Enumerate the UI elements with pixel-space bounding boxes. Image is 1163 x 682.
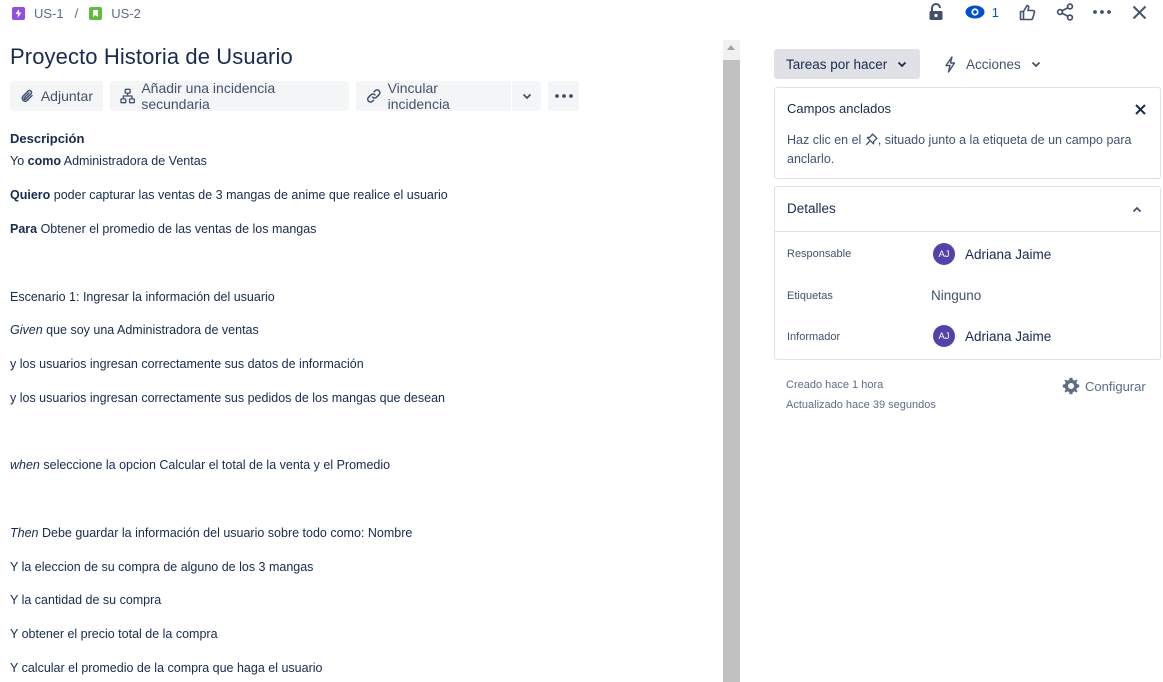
breadcrumb-current-link[interactable]: US-2 <box>111 6 141 21</box>
description-line: Y la eleccion de su compra de alguno de … <box>10 560 314 574</box>
watch-icon <box>965 5 985 19</box>
pin-icon <box>865 133 878 146</box>
pinned-fields-hint: Haz clic en el , situado junto a la etiq… <box>787 131 1132 169</box>
more-icon <box>554 94 573 98</box>
add-child-issue-button[interactable]: Añadir una incidencia secundaria <box>110 80 349 112</box>
chevron-up-icon <box>1132 206 1142 213</box>
created-timestamp: Creado hace 1 hora <box>786 379 884 391</box>
reporter-label: Informador <box>787 331 841 343</box>
description-bold-text: Quiero <box>10 188 51 202</box>
story-icon <box>89 6 103 20</box>
issue-toolbar: Adjuntar Añadir una incidencia secundari… <box>10 80 586 112</box>
assignee-label: Responsable <box>787 248 852 260</box>
pinned-close-button[interactable] <box>1135 102 1146 115</box>
close-icon <box>1135 104 1146 115</box>
scroll-up-arrow-icon[interactable] <box>727 45 735 50</box>
reporter-value[interactable]: Adriana Jaime <box>965 329 1051 344</box>
description-line: Quiero poder capturar las ventas de 3 ma… <box>10 188 448 202</box>
chevron-down-icon <box>898 61 907 67</box>
description-italic-text: Given <box>10 323 43 337</box>
description-line: Yo como Administradora de Ventas <box>10 154 207 168</box>
description-line: Y calcular el promedio de la compra que … <box>10 661 323 675</box>
link-icon <box>366 89 381 103</box>
lightning-icon <box>945 55 956 73</box>
actions-dropdown-button[interactable]: Acciones <box>938 49 1041 79</box>
restrictions-button[interactable] <box>926 2 946 22</box>
status-label: Tareas por hacer <box>786 56 888 72</box>
labels-label: Etiquetas <box>787 290 833 302</box>
like-button[interactable] <box>1017 2 1037 22</box>
share-icon <box>1056 3 1074 21</box>
status-dropdown-button[interactable]: Tareas por hacer <box>774 49 920 79</box>
description-heading: Descripción <box>10 131 85 146</box>
details-panel: Detalles Responsable AJ Adriana Jaime Et… <box>774 186 1161 360</box>
issue-title[interactable]: Proyecto Historia de Usuario <box>10 44 293 70</box>
share-button[interactable] <box>1055 2 1075 22</box>
watch-button[interactable]: 1 <box>965 2 999 22</box>
description-line: Then Debe guardar la información del usu… <box>10 526 412 540</box>
avatar: AJ <box>933 243 955 265</box>
description-line: Y obtener el precio total de la compra <box>10 627 218 641</box>
configure-label: Configurar <box>1085 378 1146 394</box>
link-issue-label: Vincular incidencia <box>387 80 450 112</box>
more-icon <box>1093 10 1111 14</box>
like-icon <box>1019 4 1035 20</box>
updated-timestamp: Actualizado hace 39 segundos <box>786 399 936 411</box>
details-header[interactable]: Detalles <box>775 187 1160 232</box>
description-line: Given que soy una Administradora de vent… <box>10 323 259 337</box>
description-line: Y la cantidad de su compra <box>10 593 162 607</box>
description-italic-text: when <box>10 458 40 472</box>
description-bold-text: Para <box>10 222 38 236</box>
toolbar-more-button[interactable] <box>548 81 579 111</box>
link-issue-dropdown-button[interactable] <box>512 81 541 111</box>
link-issue-group: Vincular incidencia <box>356 80 541 112</box>
scrollbar-thumb[interactable] <box>723 60 740 682</box>
description-line: Para Obtener el promedio de las ventas d… <box>10 222 316 236</box>
description-line: Escenario 1: Ingresar la información del… <box>10 290 275 304</box>
description-line: y los usuarios ingresan correctamente su… <box>10 391 445 405</box>
attach-button[interactable]: Adjuntar <box>10 81 103 111</box>
more-actions-button[interactable] <box>1092 2 1112 22</box>
breadcrumb-separator: / <box>74 5 79 21</box>
description-text: que soy una Administradora de ventas <box>42 323 259 337</box>
child-issue-icon <box>120 88 136 104</box>
main-scrollbar[interactable] <box>723 40 740 682</box>
configure-button[interactable]: Configurar <box>1062 376 1146 396</box>
description-text: Debe guardar la información del usuario … <box>38 526 413 540</box>
watch-count: 1 <box>991 4 999 20</box>
pinned-fields-panel: Campos anclados Haz clic en el , situado… <box>774 87 1161 179</box>
issue-top-actions: 1 <box>926 2 1149 22</box>
chevron-down-icon <box>1031 61 1040 67</box>
description-text: seleccione la opcion Calcular el total d… <box>39 458 391 472</box>
description-text: Yo <box>10 154 28 168</box>
gear-icon <box>1062 377 1080 395</box>
paperclip-icon <box>21 89 33 102</box>
pinned-fields-title: Campos anclados <box>787 101 892 116</box>
pinned-hint-text: Haz clic en el <box>787 133 865 147</box>
description-italic-text: Then <box>10 526 39 540</box>
actions-label: Acciones <box>966 56 1021 72</box>
description-text: Obtener el promedio de las ventas de los… <box>37 222 317 236</box>
add-child-issue-label: Añadir una incidencia secundaria <box>141 80 276 112</box>
link-issue-button[interactable]: Vincular incidencia <box>356 80 511 112</box>
description-line: y los usuarios ingresan correctamente su… <box>10 357 364 371</box>
lock-icon <box>929 3 943 20</box>
chevron-down-icon <box>522 93 531 99</box>
breadcrumb: US-1 / US-2 <box>12 4 141 22</box>
close-button[interactable] <box>1129 2 1149 22</box>
description-bold-text: como <box>27 154 61 168</box>
epic-icon <box>12 6 25 20</box>
breadcrumb-parent-link[interactable]: US-1 <box>34 6 64 21</box>
description-text: Administradora de Ventas <box>60 154 207 168</box>
description-text: poder capturar las ventas de 3 mangas de… <box>50 188 448 202</box>
close-icon <box>1132 5 1146 19</box>
description-line: when seleccione la opcion Calcular el to… <box>10 458 390 472</box>
details-title: Detalles <box>787 201 836 216</box>
labels-value[interactable]: Ninguno <box>931 288 981 303</box>
avatar: AJ <box>933 325 955 347</box>
assignee-value[interactable]: Adriana Jaime <box>965 247 1051 262</box>
attach-label: Adjuntar <box>40 88 93 104</box>
